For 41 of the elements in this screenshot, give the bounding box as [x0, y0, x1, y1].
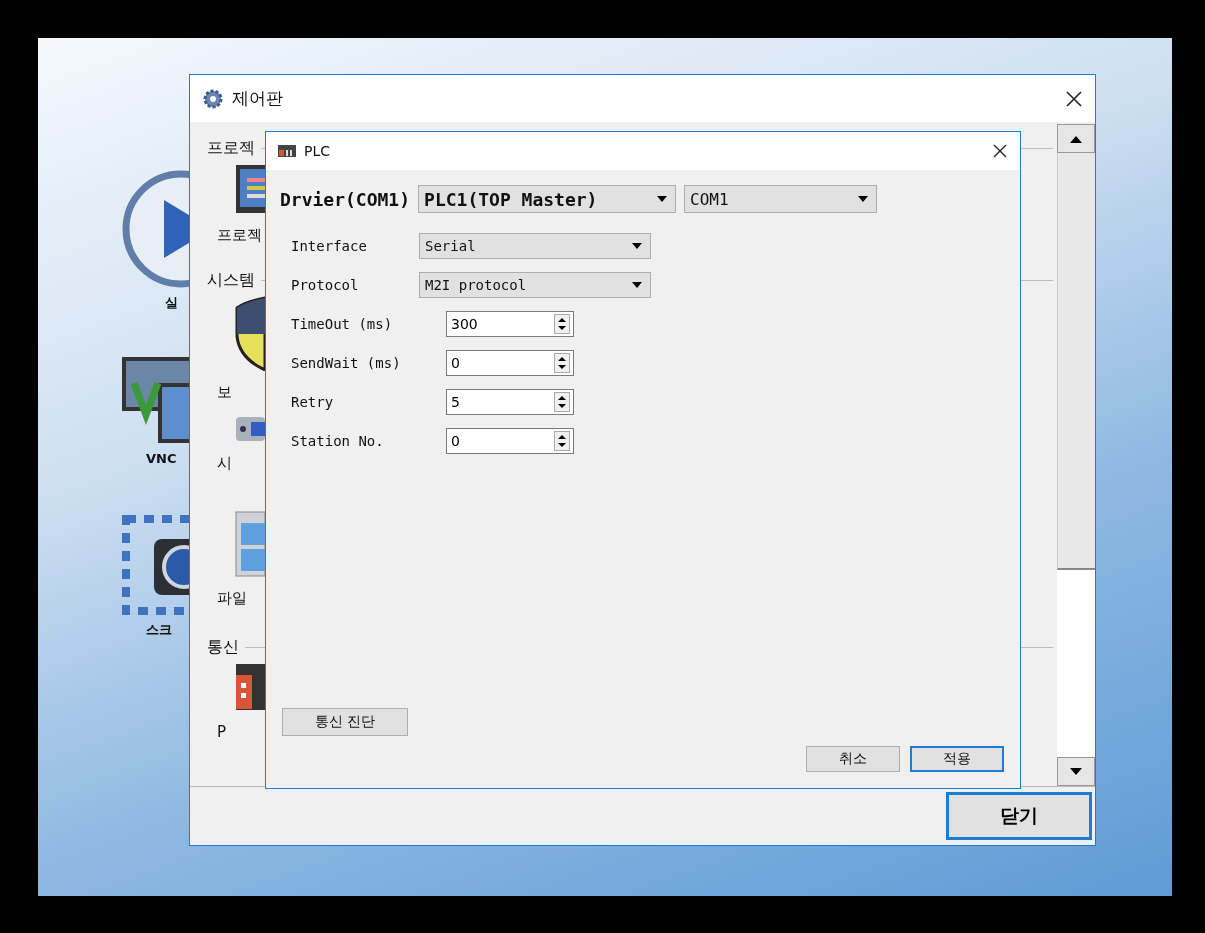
driver-dropdown[interactable]: PLC1(TOP Master) — [418, 185, 677, 213]
section-heading: 시스템 — [207, 269, 255, 291]
diagnose-button[interactable]: 통신 진단 — [282, 708, 408, 736]
caret-icon — [632, 282, 642, 288]
up-arrow-icon[interactable] — [1069, 134, 1083, 143]
item-label: 파일 — [217, 589, 247, 608]
item-label: 시 — [217, 454, 232, 473]
setting-label: Protocol — [291, 277, 360, 293]
setting-label: Station No. — [291, 433, 385, 449]
setting-dropdown[interactable]: M2I protocol — [419, 272, 651, 298]
desktop-icon-label: VNC — [146, 451, 177, 466]
close-icon[interactable] — [992, 143, 1008, 159]
desktop-icon-label: 스크 — [146, 621, 172, 639]
window-title: 제어판 — [232, 87, 283, 110]
plc-icon — [278, 145, 296, 157]
driver-label: Drvier(COM1) — [280, 188, 411, 210]
dialog-title: PLC — [304, 143, 331, 159]
item-label: 프로젝 — [217, 226, 262, 245]
caret-icon — [632, 243, 642, 249]
setting-label: Interface — [291, 238, 368, 254]
port-dropdown[interactable]: COM1 — [684, 185, 878, 213]
section-heading: 프로젝 — [207, 137, 255, 159]
setting-label: Retry — [291, 394, 335, 410]
item-label: 보 — [217, 383, 232, 402]
close-icon[interactable] — [1065, 89, 1083, 108]
setting-dropdown[interactable]: Serial — [419, 233, 651, 259]
caret-icon — [858, 196, 869, 202]
device-icon[interactable] — [235, 416, 265, 442]
item-label: P — [217, 723, 227, 741]
caret-icon — [657, 196, 668, 202]
apply-button[interactable]: 적용 — [910, 746, 1004, 772]
gear-icon — [202, 87, 224, 110]
down-arrow-icon[interactable] — [1069, 767, 1083, 776]
cancel-button[interactable]: 취소 — [806, 746, 900, 772]
close-button[interactable]: 닫기 — [946, 792, 1092, 840]
setting-label: TimeOut (ms) — [291, 316, 394, 332]
scrollbar[interactable] — [1057, 124, 1095, 786]
desktop-icon-label: 실 — [165, 294, 178, 312]
section-heading: 통신 — [207, 636, 239, 658]
setting-label: SendWait (ms) — [291, 355, 402, 371]
plc-icon[interactable] — [235, 663, 265, 711]
